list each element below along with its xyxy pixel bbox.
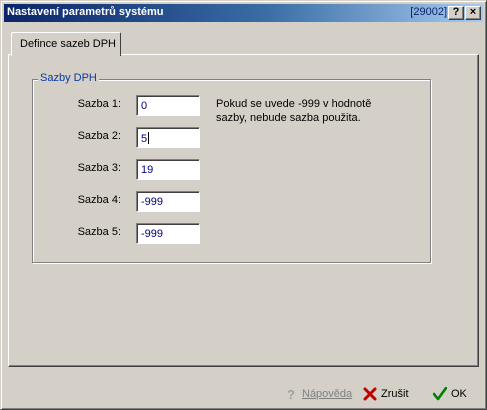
sazba-5-label: Sazba 5: xyxy=(77,226,121,238)
sazba-3-label: Sazba 3: xyxy=(77,162,121,174)
window-code: [29002] xyxy=(410,6,447,18)
red-x-icon xyxy=(363,387,377,401)
napoveda-label: Nápověda xyxy=(302,388,353,400)
group-title: Sazby DPH xyxy=(38,72,99,84)
sazba-1-field[interactable]: 0 xyxy=(136,95,200,116)
close-icon[interactable]: × xyxy=(465,6,481,20)
napoveda-button[interactable]: ? Nápověda xyxy=(284,384,352,404)
sazba-2-label: Sazba 2: xyxy=(77,130,121,142)
title-bar[interactable]: Nastavení parametrů systému [29002] ? × xyxy=(4,4,483,22)
svg-text:?: ? xyxy=(287,387,295,401)
question-icon: ? xyxy=(287,387,295,401)
zrusit-label: Zrušit xyxy=(381,388,409,400)
info-note: Pokud se uvede -999 v hodnotě sazby, neb… xyxy=(216,98,372,124)
sazba-3-field[interactable]: 19 xyxy=(136,159,200,180)
text-caret xyxy=(148,132,150,144)
dialog-window: Nastavení parametrů systému [29002] ? × … xyxy=(0,0,487,410)
sazba-5-field[interactable]: -999 xyxy=(136,223,200,244)
sazba-4-field[interactable]: -999 xyxy=(136,191,200,212)
zrusit-button[interactable]: Zrušit xyxy=(363,384,409,404)
window-title: Nastavení parametrů systému xyxy=(7,6,164,18)
sazba-2-value: 5 xyxy=(141,133,148,145)
help-icon[interactable]: ? xyxy=(448,6,464,20)
tab-defince-sazeb-dph[interactable]: Defince sazeb DPH xyxy=(11,32,121,56)
sazba-1-label: Sazba 1: xyxy=(77,98,121,110)
ok-label: OK xyxy=(451,388,467,400)
sazba-4-label: Sazba 4: xyxy=(77,194,121,206)
tab-label: Defince sazeb DPH xyxy=(20,38,116,50)
ok-button[interactable]: OK xyxy=(433,384,467,404)
sazba-2-field[interactable]: 5 xyxy=(136,127,200,148)
green-check-icon xyxy=(433,387,447,401)
